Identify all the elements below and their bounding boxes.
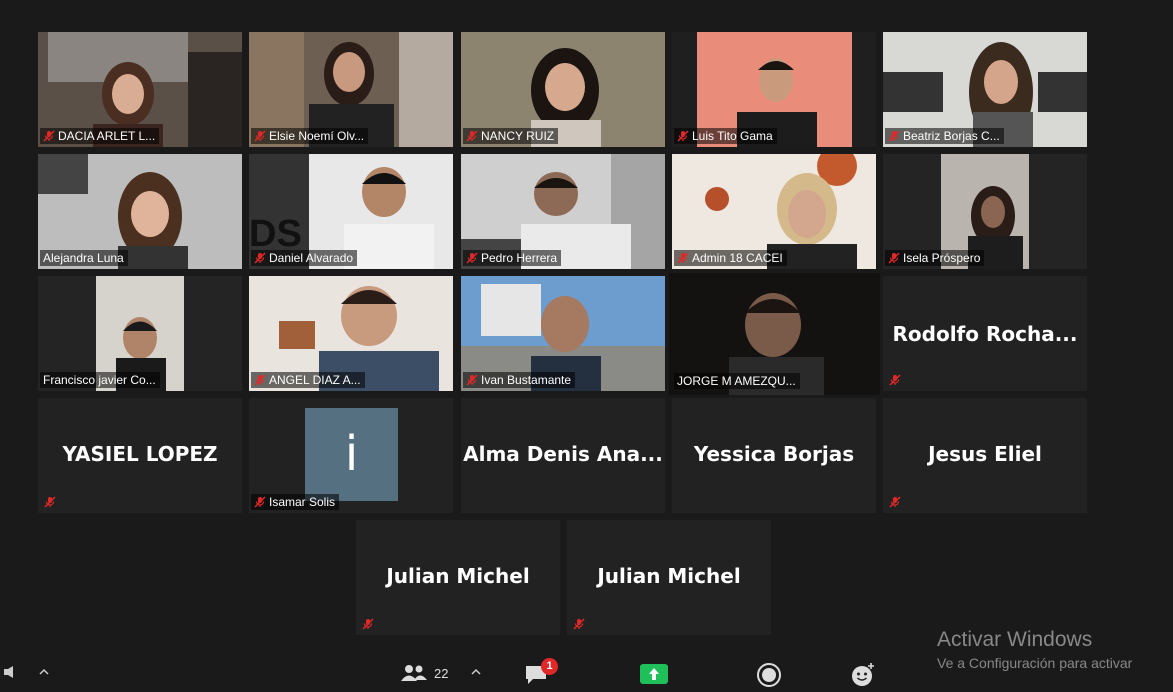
participant-tile[interactable]: Elsie Noemí Olv...	[249, 32, 453, 147]
avatar: i	[305, 408, 398, 501]
mic-muted-icon	[888, 130, 900, 142]
mic-muted-icon	[254, 130, 266, 142]
participant-name: YASIEL LOPEZ	[62, 442, 218, 466]
participant-name: Isamar Solis	[269, 495, 336, 509]
mic-muted-icon	[466, 130, 478, 142]
meeting-toolbar: 22 1	[0, 650, 1173, 692]
participant-tile[interactable]: Julian Michel	[356, 520, 560, 635]
participant-tile[interactable]: Alma Denis Ana...	[461, 398, 665, 513]
mic-muted-icon	[254, 374, 266, 386]
mic-muted-icon	[677, 252, 689, 264]
participant-name: Alejandra Luna	[43, 251, 124, 265]
participant-name: NANCY RUIZ	[481, 129, 555, 143]
participant-tile[interactable]: Jesus Eliel	[883, 398, 1087, 513]
participant-tile[interactable]: Luis Tito Gama	[672, 32, 876, 147]
participants-button[interactable]: 22	[400, 664, 448, 682]
participant-name-label: Isela Próspero	[885, 250, 985, 266]
watermark-title: Activar Windows	[937, 628, 1093, 651]
chevron-up-icon[interactable]	[39, 668, 49, 676]
mic-muted-icon	[44, 496, 56, 508]
participant-name: Ivan Bustamante	[481, 373, 572, 387]
participant-name: Julian Michel	[386, 564, 530, 588]
participant-name: Francisco javier Co...	[43, 373, 156, 387]
participant-name-label: Pedro Herrera	[463, 250, 562, 266]
participant-name-label: Daniel Alvarado	[251, 250, 358, 266]
reactions-icon[interactable]	[850, 662, 876, 688]
participant-name: Isela Próspero	[903, 251, 981, 265]
mic-muted-icon	[254, 252, 266, 264]
participant-name: ANGEL DIAZ A...	[269, 373, 361, 387]
mic-muted-icon	[573, 618, 585, 630]
mic-muted-icon	[466, 252, 478, 264]
participant-tile[interactable]: Pedro Herrera	[461, 154, 665, 269]
participant-name-label: DACIA ARLET L...	[40, 128, 160, 144]
chat-button[interactable]: 1	[524, 658, 560, 686]
participant-name: Yessica Borjas	[693, 442, 855, 466]
chevron-up-icon[interactable]	[471, 668, 481, 676]
participant-name-label: JORGE M AMEZQU...	[674, 373, 800, 389]
participant-name-label: Ivan Bustamante	[463, 372, 576, 388]
participant-name: DACIA ARLET L...	[58, 129, 156, 143]
mic-muted-icon	[888, 252, 900, 264]
participant-tile[interactable]: Francisco javier Co...	[38, 276, 242, 391]
mic-muted-icon	[677, 130, 689, 142]
participant-name: Daniel Alvarado	[269, 251, 354, 265]
participant-tile[interactable]: Rodolfo Rocha...	[883, 276, 1087, 391]
participant-tile[interactable]: DS Daniel Alvarado	[249, 154, 453, 269]
participant-name: Alma Denis Ana...	[463, 442, 663, 466]
participants-icon	[401, 665, 427, 681]
participant-tile[interactable]: DACIA ARLET L...	[38, 32, 242, 147]
svg-text:DS: DS	[249, 213, 302, 255]
participant-name-label: Beatriz Borjas C...	[885, 128, 1004, 144]
participant-tile[interactable]: Alejandra Luna	[38, 154, 242, 269]
participant-name-label: NANCY RUIZ	[463, 128, 559, 144]
active-speaker-tile[interactable]: JORGE M AMEZQU...	[669, 273, 880, 395]
participant-tile[interactable]: ANGEL DIAZ A...	[249, 276, 453, 391]
participant-tile[interactable]: Yessica Borjas	[672, 398, 876, 513]
participant-name: JORGE M AMEZQU...	[677, 374, 796, 388]
participant-name-label: Elsie Noemí Olv...	[251, 128, 369, 144]
participant-tile[interactable]: Julian Michel	[567, 520, 771, 635]
participant-name: Julian Michel	[597, 564, 741, 588]
participant-tile[interactable]: Beatriz Borjas C...	[883, 32, 1087, 147]
participant-tile[interactable]: i Isamar Solis	[249, 398, 453, 513]
participant-name: Beatriz Borjas C...	[903, 129, 1000, 143]
participant-tile[interactable]: Isela Próspero	[883, 154, 1087, 269]
participant-name: Elsie Noemí Olv...	[269, 129, 365, 143]
participant-tile[interactable]: Ivan Bustamante	[461, 276, 665, 391]
participant-name-label: Admin 18 CACEI	[674, 250, 787, 266]
mic-muted-icon	[43, 130, 55, 142]
participant-name-label: Alejandra Luna	[40, 250, 128, 266]
participant-name: Pedro Herrera	[481, 251, 558, 265]
participant-name: Luis Tito Gama	[692, 129, 773, 143]
record-button[interactable]	[756, 662, 782, 688]
participant-tile[interactable]: NANCY RUIZ	[461, 32, 665, 147]
mic-muted-icon	[466, 374, 478, 386]
mic-muted-icon	[889, 496, 901, 508]
participant-name: Rodolfo Rocha...	[892, 322, 1078, 346]
meeting-gallery: DACIA ARLET L... Elsie Noemí Olv... NANC…	[0, 0, 1173, 692]
mic-muted-icon	[254, 496, 266, 508]
mic-muted-icon	[362, 618, 374, 630]
share-screen-button[interactable]	[640, 664, 668, 684]
participant-count: 22	[434, 665, 449, 681]
participant-name: Admin 18 CACEI	[692, 251, 783, 265]
participant-name: Jesus Eliel	[928, 442, 1042, 466]
participant-tile[interactable]: Admin 18 CACEI	[672, 154, 876, 269]
participant-name-label: Luis Tito Gama	[674, 128, 777, 144]
participant-name-label: ANGEL DIAZ A...	[251, 372, 365, 388]
mic-muted-icon	[889, 374, 901, 386]
participant-tile[interactable]: YASIEL LOPEZ	[38, 398, 242, 513]
speaker-icon[interactable]	[4, 666, 14, 678]
chat-badge: 1	[541, 658, 558, 675]
participant-name-label: Francisco javier Co...	[40, 372, 160, 388]
participant-name-label: Isamar Solis	[251, 494, 340, 510]
